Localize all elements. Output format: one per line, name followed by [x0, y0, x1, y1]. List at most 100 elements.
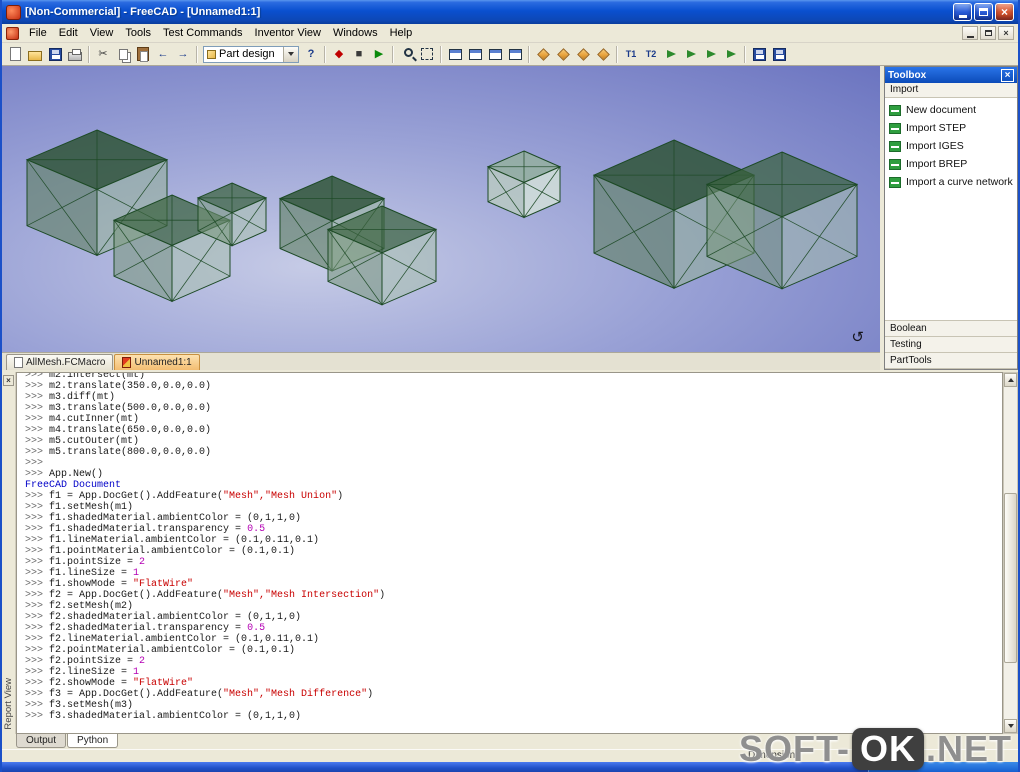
- doc-tab-allmesh-fcmacro[interactable]: AllMesh.FCMacro: [6, 354, 114, 370]
- toolbox-item-import-brep[interactable]: Import BREP: [889, 158, 1013, 170]
- scroll-up-button[interactable]: [1004, 373, 1017, 387]
- mdi-minimize-button[interactable]: [962, 26, 978, 40]
- title-bar[interactable]: [Non-Commercial] - FreeCAD - [Unnamed1:1…: [2, 0, 1018, 24]
- scroll-thumb[interactable]: [1004, 493, 1017, 663]
- console-text: m3.translate(500.0,0.0,0.0): [49, 403, 212, 414]
- console-text: 1: [133, 667, 140, 678]
- copy-button[interactable]: [113, 44, 133, 64]
- python-console[interactable]: >>> m2.intersect(mt) >>> m2.translate(350…: [16, 372, 1003, 734]
- redo-button[interactable]: →: [173, 44, 193, 64]
- box-tool-1-button[interactable]: [533, 44, 553, 64]
- console-text: >>>: [25, 656, 50, 667]
- cut-button[interactable]: ✂: [93, 44, 113, 64]
- console-text: 1: [133, 568, 140, 579]
- toolbox-close-button[interactable]: ×: [1001, 68, 1014, 82]
- toolbox-section-parttools[interactable]: PartTools: [885, 353, 1017, 369]
- toolbox-item-new-document[interactable]: New document: [889, 104, 1013, 116]
- console-text: >>>: [25, 700, 50, 711]
- toolbox-tab-import[interactable]: Import: [885, 83, 1017, 98]
- whatsthis-button[interactable]: ?: [301, 44, 321, 64]
- menu-edit[interactable]: Edit: [53, 25, 84, 41]
- menu-test-commands[interactable]: Test Commands: [157, 25, 248, 41]
- console-text: "Mesh","Mesh Union": [223, 491, 338, 502]
- menu-tools[interactable]: Tools: [119, 25, 157, 41]
- toolbox-title-bar[interactable]: Toolbox ×: [885, 67, 1017, 83]
- export-1-button[interactable]: [749, 44, 769, 64]
- export-2-button[interactable]: [769, 44, 789, 64]
- close-button[interactable]: ×: [995, 3, 1014, 21]
- save-button[interactable]: [45, 44, 65, 64]
- console-text: f1.shadedMaterial.transparency =: [49, 524, 248, 535]
- paste-button[interactable]: [133, 44, 153, 64]
- console-text: f1.lineSize =: [49, 568, 134, 579]
- doc-tab-unnamed1-1[interactable]: Unnamed1:1: [114, 354, 200, 370]
- view-front-button[interactable]: [445, 44, 465, 64]
- workbench-combo[interactable]: Part design: [203, 45, 299, 63]
- menu-file[interactable]: File: [23, 25, 53, 41]
- 3d-viewport[interactable]: ↺: [2, 66, 880, 352]
- report-scrollbar[interactable]: [1003, 372, 1018, 734]
- macro-play-button[interactable]: ▶: [369, 44, 389, 64]
- workbench-combo-value: Part design: [219, 48, 275, 60]
- macro-record-button[interactable]: ◆: [329, 44, 349, 64]
- window-view-icon: [488, 48, 502, 60]
- console-line: >>> f1.pointMaterial.ambientColor = (0.1…: [25, 546, 1002, 557]
- console-line: >>> f1.lineSize = 1: [25, 568, 1002, 579]
- box-tool-3-button[interactable]: [573, 44, 593, 64]
- test2-button[interactable]: T2: [641, 44, 661, 64]
- print-button[interactable]: [65, 44, 85, 64]
- report-close-button[interactable]: ×: [3, 375, 14, 386]
- zoom-button[interactable]: [397, 44, 417, 64]
- tab-python[interactable]: Python: [67, 734, 119, 748]
- macro-stop-button[interactable]: ■: [349, 44, 369, 64]
- view-right-button[interactable]: [485, 44, 505, 64]
- mesh-tool-3-button[interactable]: [701, 44, 721, 64]
- console-text: 0.5: [247, 623, 266, 634]
- console-text: >>>: [25, 623, 50, 634]
- tab-output[interactable]: Output: [16, 734, 67, 748]
- console-text: "Mesh","Mesh Intersection": [223, 590, 380, 601]
- rotate-cursor-icon: ↺: [851, 329, 864, 346]
- whatsthis-icon: ?: [307, 47, 315, 60]
- menu-view[interactable]: View: [84, 25, 120, 41]
- console-line: >>> m5.cutOuter(mt): [25, 436, 1002, 447]
- console-text: f1.showMode =: [49, 579, 134, 590]
- console-text: f1.pointMaterial.ambientColor = (0.1,0.1…: [49, 546, 296, 557]
- restore-button[interactable]: [974, 3, 993, 21]
- combo-dropdown-button[interactable]: [283, 46, 298, 62]
- new-document-icon: [9, 47, 21, 61]
- menu-windows[interactable]: Windows: [327, 25, 384, 41]
- view-top-button[interactable]: [465, 44, 485, 64]
- toolbox-panel: Toolbox × Import New document Import STEP…: [884, 66, 1018, 370]
- open-button[interactable]: [25, 44, 45, 64]
- new-button[interactable]: [5, 44, 25, 64]
- document-window-icon[interactable]: [6, 26, 19, 40]
- toolbox-section-testing[interactable]: Testing: [885, 337, 1017, 353]
- toolbox-item-import-a-curve-network[interactable]: Import a curve network: [889, 176, 1013, 188]
- report-dock-handle[interactable]: × Report View: [2, 372, 16, 734]
- undo-button[interactable]: ←: [153, 44, 173, 64]
- console-line: >>> m4.cutInner(mt): [25, 414, 1002, 425]
- fit-view-button[interactable]: [417, 44, 437, 64]
- view-axo-button[interactable]: [505, 44, 525, 64]
- console-text: 0.5: [247, 524, 266, 535]
- toolbox-section-boolean[interactable]: Boolean: [885, 321, 1017, 337]
- box-tool-4-button[interactable]: [593, 44, 613, 64]
- mesh-tool-4-button[interactable]: [721, 44, 741, 64]
- console-text: m4.translate(650.0,0.0,0.0): [49, 425, 212, 436]
- console-text: m3.diff(mt): [49, 392, 116, 403]
- console-text: >>>: [25, 535, 50, 546]
- test1-button[interactable]: T1: [621, 44, 641, 64]
- menu-inventor-view[interactable]: Inventor View: [249, 25, 327, 41]
- box-tool-2-button[interactable]: [553, 44, 573, 64]
- toolbox-item-import-iges[interactable]: Import IGES: [889, 140, 1013, 152]
- mesh-tool-2-button[interactable]: [681, 44, 701, 64]
- mdi-close-button[interactable]: ×: [998, 26, 1014, 40]
- menu-help[interactable]: Help: [384, 25, 419, 41]
- import-iges-icon: [889, 140, 901, 152]
- box-icon: [536, 47, 550, 61]
- minimize-button[interactable]: [953, 3, 972, 21]
- mesh-tool-1-button[interactable]: [661, 44, 681, 64]
- toolbox-item-import-step[interactable]: Import STEP: [889, 122, 1013, 134]
- mdi-restore-button[interactable]: [980, 26, 996, 40]
